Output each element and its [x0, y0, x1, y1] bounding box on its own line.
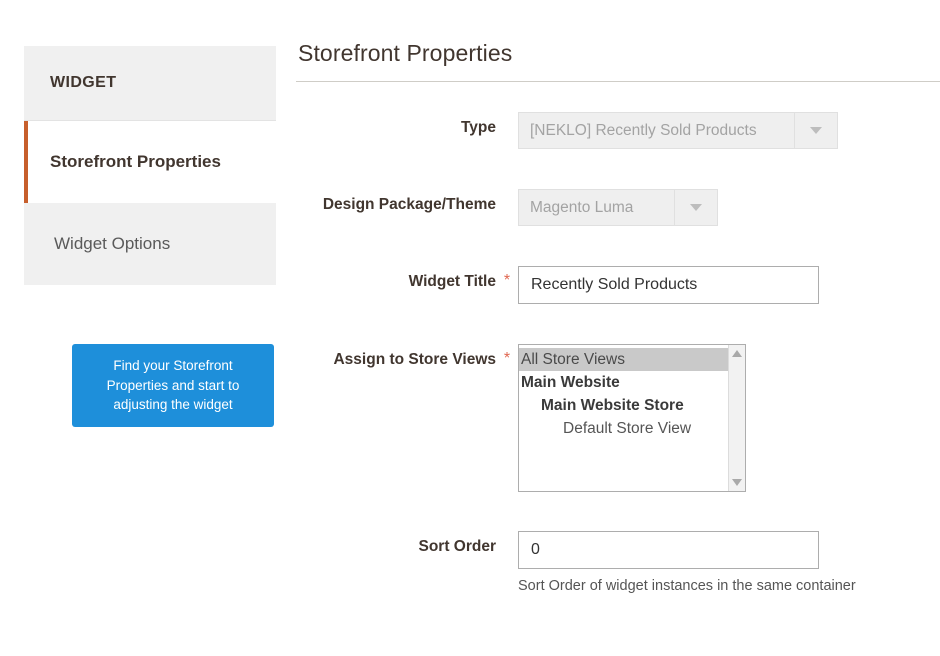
sort-order-control: 0 Sort Order of widget instances in the …: [518, 531, 856, 594]
theme-select-value: Magento Luma: [530, 198, 634, 216]
widget-title-control: Recently Sold Products: [518, 266, 819, 304]
main-content: Storefront Properties: [296, 40, 940, 82]
store-views-multiselect[interactable]: All Store Views Main Website Main Websit…: [518, 344, 746, 492]
sort-order-label: Sort Order: [418, 538, 496, 555]
sidebar-header-title: WIDGET: [50, 74, 117, 91]
storefront-properties-callout: Find your Storefront Properties and star…: [72, 344, 274, 427]
store-views-option[interactable]: Main Website: [519, 371, 728, 394]
type-select-value: [NEKLO] Recently Sold Products: [530, 121, 757, 139]
store-views-control: All Store Views Main Website Main Websit…: [518, 344, 746, 492]
widget-title-label: Widget Title: [408, 273, 496, 290]
sidebar-header: WIDGET: [24, 46, 276, 121]
theme-select[interactable]: Magento Luma: [518, 189, 718, 226]
widget-title-input[interactable]: Recently Sold Products: [518, 266, 819, 304]
type-select[interactable]: [NEKLO] Recently Sold Products: [518, 112, 838, 149]
callout-text: Find your Storefront Properties and star…: [106, 358, 240, 413]
field-row-widget-title: Widget Title * Recently Sold Products: [296, 266, 819, 304]
type-control: [NEKLO] Recently Sold Products: [518, 112, 838, 149]
widget-sidebar: WIDGET Storefront Properties Widget Opti…: [24, 46, 276, 285]
field-row-store-views: Assign to Store Views * All Store Views …: [296, 344, 746, 492]
scroll-down-arrow-icon[interactable]: [732, 479, 742, 486]
chevron-down-icon: [674, 190, 717, 225]
store-views-scrollbar[interactable]: [728, 345, 745, 491]
field-row-sort-order: Sort Order 0 Sort Order of widget instan…: [296, 531, 856, 594]
store-views-required-marker: *: [503, 350, 511, 367]
chevron-down-icon: [794, 113, 837, 148]
theme-label: Design Package/Theme: [322, 196, 496, 213]
store-views-label: Assign to Store Views: [333, 351, 496, 368]
sidebar-item-widget-options[interactable]: Widget Options: [24, 203, 276, 285]
field-row-type: Type [NEKLO] Recently Sold Products: [296, 112, 838, 149]
store-views-option-list: All Store Views Main Website Main Websit…: [519, 345, 728, 491]
scroll-up-arrow-icon[interactable]: [732, 350, 742, 357]
sidebar-item-label: Storefront Properties: [50, 151, 221, 171]
store-views-option[interactable]: Main Website Store: [519, 394, 728, 417]
theme-control: Magento Luma: [518, 189, 718, 226]
store-views-option[interactable]: Default Store View: [519, 417, 728, 440]
sort-order-input[interactable]: 0: [518, 531, 819, 569]
page-title: Storefront Properties: [298, 40, 513, 66]
widget-title-required-marker: *: [503, 272, 511, 289]
type-label: Type: [460, 119, 496, 136]
store-views-option[interactable]: All Store Views: [519, 348, 728, 371]
field-row-theme: Design Package/Theme Magento Luma: [296, 189, 718, 226]
sort-order-help-text: Sort Order of widget instances in the sa…: [518, 578, 856, 594]
title-divider: [296, 81, 940, 82]
sidebar-item-label: Widget Options: [54, 233, 171, 253]
sidebar-item-storefront-properties[interactable]: Storefront Properties: [24, 121, 276, 203]
